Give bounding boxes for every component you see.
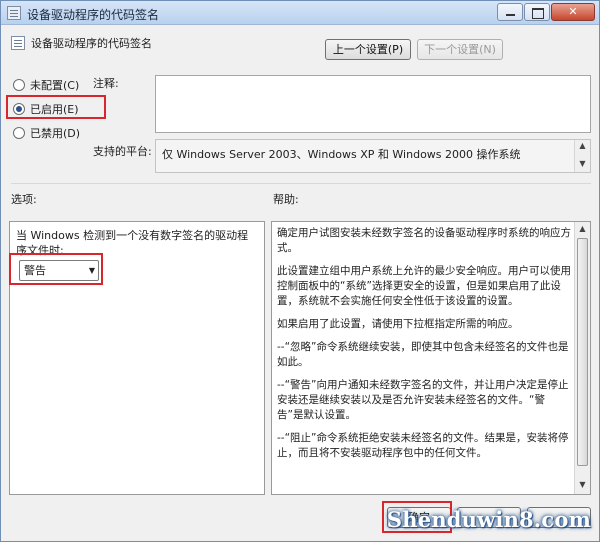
- platform-box: 仅 Windows Server 2003、Windows XP 和 Windo…: [155, 139, 591, 173]
- section-divider: [11, 183, 591, 184]
- scroll-up-icon[interactable]: ▲: [577, 141, 588, 153]
- title-bar[interactable]: 设备驱动程序的代码签名: [1, 1, 599, 25]
- maximize-icon[interactable]: [524, 3, 550, 21]
- platform-value: 仅 Windows Server 2003、Windows XP 和 Windo…: [162, 148, 521, 161]
- platform-scrollbar[interactable]: ▲ ▼: [574, 140, 590, 172]
- scroll-thumb[interactable]: [577, 238, 588, 466]
- close-icon[interactable]: [551, 3, 595, 21]
- radio-not-configured[interactable]: 未配置(C): [13, 77, 79, 93]
- help-paragraph: 确定用户试图安装未经数字签名的设备驱动程序时系统的响应方式。: [277, 227, 571, 254]
- scroll-down-icon[interactable]: ▼: [577, 480, 588, 492]
- help-paragraph: 此设置建立组中用户系统上允许的最少安全响应。用户可以使用控制面板中的“系统”选择…: [277, 265, 571, 307]
- radio-disabled[interactable]: 已禁用(D): [13, 125, 80, 141]
- radio-enabled-label: 已启用(E): [30, 103, 79, 116]
- comment-textarea[interactable]: [155, 75, 591, 133]
- radio-not-configured-icon[interactable]: [13, 79, 25, 91]
- help-text: 确定用户试图安装未经数字签名的设备驱动程序时系统的响应方式。 此设置建立组中用户…: [277, 226, 571, 469]
- options-label: 选项:: [11, 193, 37, 206]
- policy-header: 设备驱动程序的代码签名: [11, 35, 152, 51]
- policy-icon: [7, 6, 21, 20]
- help-label: 帮助:: [273, 193, 299, 206]
- next-setting-button[interactable]: 下一个设置(N): [417, 39, 503, 60]
- radio-enabled-icon[interactable]: [13, 103, 25, 115]
- help-paragraph: --“阻止”命令系统拒绝安装未经签名的文件。结果是，安装将停止，而且将不安装驱动…: [277, 432, 569, 459]
- setting-icon: [11, 36, 25, 50]
- comment-label: 注释:: [93, 77, 119, 90]
- previous-setting-button[interactable]: 上一个设置(P): [325, 39, 411, 60]
- window-title: 设备驱动程序的代码签名: [27, 8, 160, 22]
- platform-label: 支持的平台:: [93, 145, 152, 158]
- chevron-down-icon[interactable]: ▼: [89, 261, 95, 280]
- radio-disabled-icon[interactable]: [13, 127, 25, 139]
- minimize-icon[interactable]: [497, 3, 523, 21]
- options-panel: 当 Windows 检测到一个没有数字签名的驱动程序文件时: 警告 ▼: [9, 221, 265, 495]
- radio-enabled[interactable]: 已启用(E): [13, 101, 79, 117]
- dropdown-value: 警告: [24, 264, 46, 277]
- scroll-up-icon[interactable]: ▲: [577, 224, 588, 236]
- help-paragraph: 如果启用了此设置，请使用下拉框指定所需的响应。: [277, 318, 519, 330]
- watermark: Shenduwin8.com: [386, 507, 591, 532]
- radio-disabled-label: 已禁用(D): [30, 127, 81, 140]
- scroll-down-icon[interactable]: ▼: [577, 159, 588, 171]
- options-description: 当 Windows 检测到一个没有数字签名的驱动程序文件时:: [16, 229, 249, 257]
- policy-dialog-window: 设备驱动程序的代码签名 设备驱动程序的代码签名 上一个设置(P) 下一个设置(N…: [0, 0, 600, 542]
- radio-not-configured-label: 未配置(C): [30, 79, 80, 92]
- help-panel: 确定用户试图安装未经数字签名的设备驱动程序时系统的响应方式。 此设置建立组中用户…: [271, 221, 591, 495]
- help-paragraph: --“忽略”命令系统继续安装，即使其中包含未经签名的文件也是如此。: [277, 341, 569, 368]
- help-paragraph: --“警告”向用户通知未经数字签名的文件，并让用户决定是停止安装还是继续安装以及…: [277, 379, 569, 421]
- response-dropdown[interactable]: 警告 ▼: [19, 260, 99, 281]
- policy-name: 设备驱动程序的代码签名: [31, 37, 152, 50]
- help-scrollbar[interactable]: ▲ ▼: [574, 222, 590, 494]
- caption-buttons: [496, 3, 595, 21]
